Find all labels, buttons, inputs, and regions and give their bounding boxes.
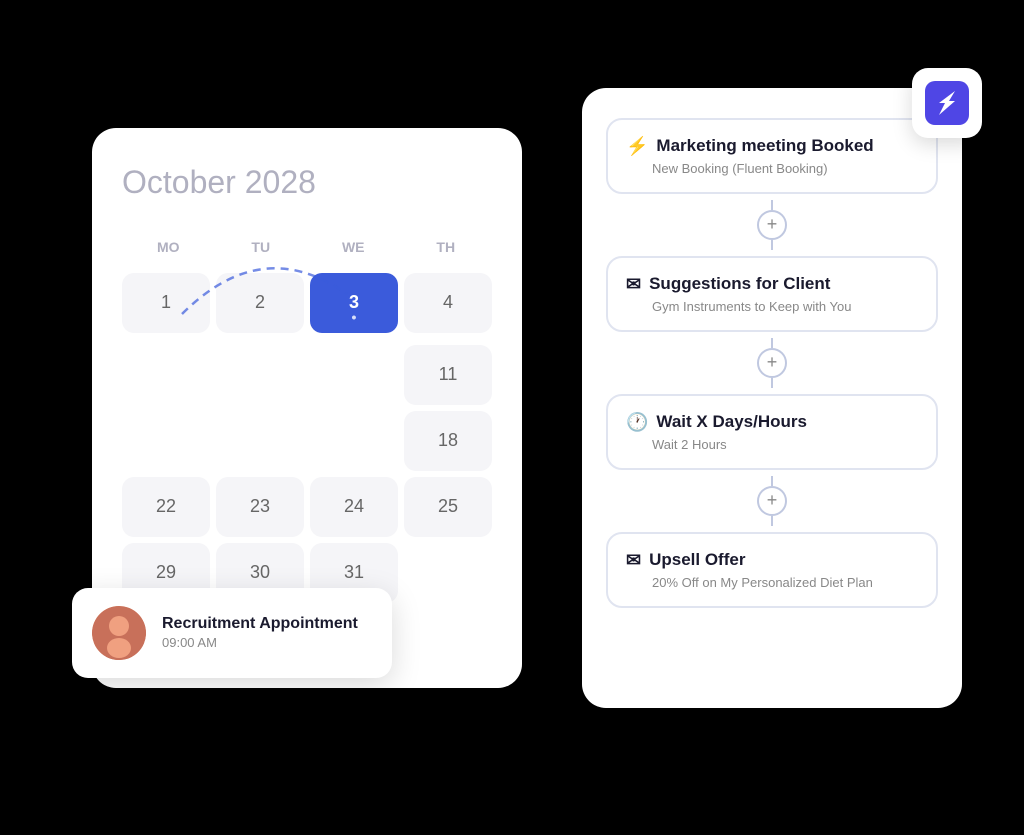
- step-2-icon: ✉: [626, 274, 641, 295]
- cal-week-1: 1 2 3 4: [122, 273, 492, 333]
- connector-plus-3[interactable]: +: [757, 486, 787, 516]
- step-4-title: ✉ Upsell Offer: [626, 550, 918, 571]
- appointment-card[interactable]: Recruitment Appointment 09:00 AM: [72, 588, 392, 678]
- calendar-card: October 2028 MO TU WE TH 1 2 3 4: [92, 128, 522, 688]
- workflow-connector-2: +: [757, 332, 787, 394]
- calendar-weeks: 1 2 3 4 11: [122, 273, 492, 603]
- month-name: October: [122, 164, 236, 200]
- brand-logo: [925, 81, 969, 125]
- cal-day-4[interactable]: 4: [404, 273, 492, 333]
- step-4-subtitle: 20% Off on My Personalized Diet Plan: [626, 575, 918, 590]
- appointment-time: 09:00 AM: [162, 635, 358, 650]
- cal-week-2: 11: [122, 345, 492, 405]
- day-header-we: WE: [307, 231, 400, 263]
- brand-icon: [912, 68, 982, 138]
- workflow-step-2[interactable]: ✉ Suggestions for Client Gym Instruments…: [606, 256, 938, 332]
- workflow-step-1[interactable]: ⚡ Marketing meeting Booked New Booking (…: [606, 118, 938, 194]
- step-3-title: 🕐 Wait X Days/Hours: [626, 412, 918, 433]
- connector-line-5: [771, 476, 773, 486]
- cal-day-22[interactable]: 22: [122, 477, 210, 537]
- cal-day-3-active[interactable]: 3: [310, 273, 398, 333]
- calendar-grid: MO TU WE TH 1 2 3 4: [122, 231, 492, 603]
- step-2-title: ✉ Suggestions for Client: [626, 274, 918, 295]
- appointment-info: Recruitment Appointment 09:00 AM: [162, 615, 358, 650]
- cal-cell-empty-4: [122, 411, 210, 471]
- connector-plus-1[interactable]: +: [757, 210, 787, 240]
- cal-cell-empty-2: [216, 345, 304, 405]
- calendar-month-title: October 2028: [122, 164, 492, 201]
- cal-cell-empty-1: [122, 345, 210, 405]
- cal-cell-empty-7: [404, 543, 492, 603]
- cal-cell-empty-6: [310, 411, 398, 471]
- workflow-card: ⚡ Marketing meeting Booked New Booking (…: [582, 88, 962, 708]
- connector-line-2: [771, 240, 773, 250]
- appointment-title: Recruitment Appointment: [162, 615, 358, 633]
- cal-day-23[interactable]: 23: [216, 477, 304, 537]
- day-header-tu: TU: [215, 231, 308, 263]
- step-1-icon: ⚡: [626, 136, 648, 157]
- cal-day-2[interactable]: 2: [216, 273, 304, 333]
- cal-week-3: 18: [122, 411, 492, 471]
- workflow-connector-1: +: [757, 194, 787, 256]
- cal-cell-empty-3: [310, 345, 398, 405]
- cal-day-24[interactable]: 24: [310, 477, 398, 537]
- cal-cell-empty-5: [216, 411, 304, 471]
- avatar-image: [92, 606, 146, 660]
- cal-day-11[interactable]: 11: [404, 345, 492, 405]
- cal-day-18[interactable]: 18: [404, 411, 492, 471]
- workflow-connector-3: +: [757, 470, 787, 532]
- calendar-header-row: MO TU WE TH: [122, 231, 492, 263]
- step-3-subtitle: Wait 2 Hours: [626, 437, 918, 452]
- connector-line-4: [771, 378, 773, 388]
- day-header-th: TH: [400, 231, 493, 263]
- year-value: 2028: [245, 164, 316, 200]
- avatar: [92, 606, 146, 660]
- step-1-subtitle: New Booking (Fluent Booking): [626, 161, 918, 176]
- connector-line-6: [771, 516, 773, 526]
- day-header-mo: MO: [122, 231, 215, 263]
- connector-line-3: [771, 338, 773, 348]
- cal-day-1[interactable]: 1: [122, 273, 210, 333]
- workflow-step-4[interactable]: ✉ Upsell Offer 20% Off on My Personalize…: [606, 532, 938, 608]
- step-1-title: ⚡ Marketing meeting Booked: [626, 136, 918, 157]
- cal-day-25[interactable]: 25: [404, 477, 492, 537]
- workflow-step-3[interactable]: 🕐 Wait X Days/Hours Wait 2 Hours: [606, 394, 938, 470]
- step-4-icon: ✉: [626, 550, 641, 571]
- step-2-subtitle: Gym Instruments to Keep with You: [626, 299, 918, 314]
- cal-week-4: 22 23 24 25: [122, 477, 492, 537]
- connector-plus-2[interactable]: +: [757, 348, 787, 378]
- connector-line-1: [771, 200, 773, 210]
- step-3-icon: 🕐: [626, 412, 648, 433]
